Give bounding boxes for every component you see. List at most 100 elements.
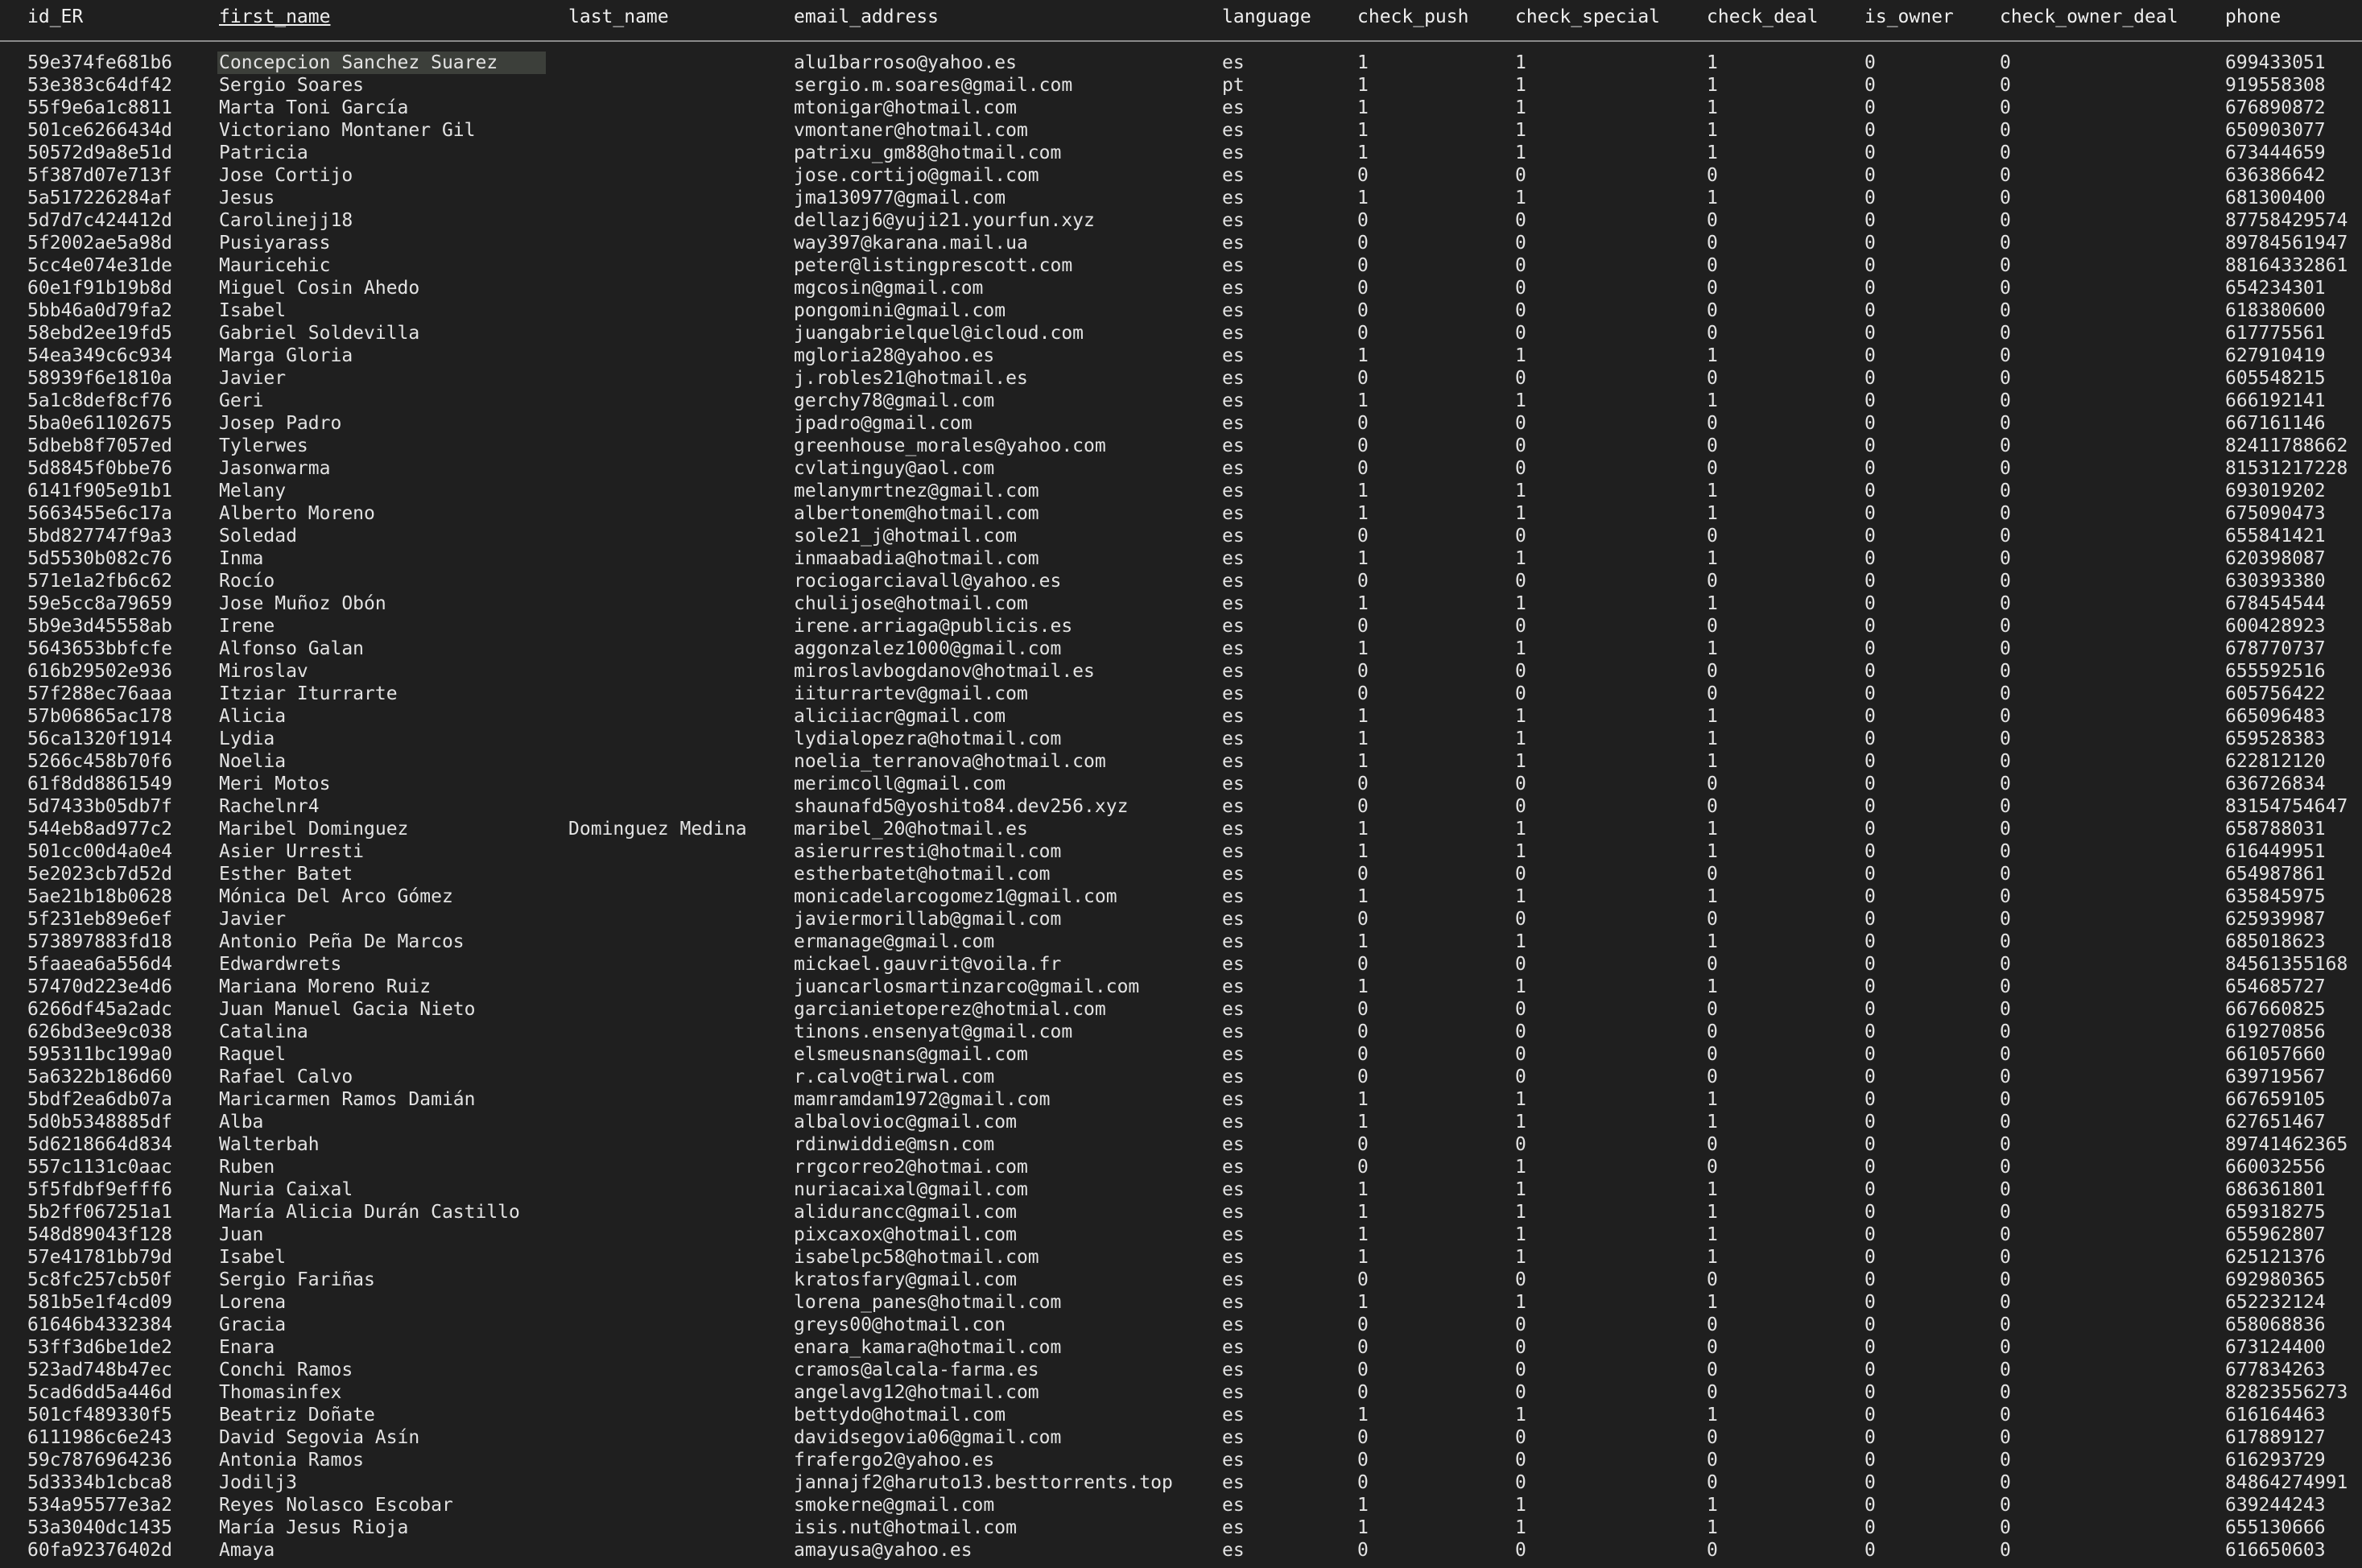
cell-is-owner[interactable]: 0: [1864, 164, 1876, 187]
cell-check-deal[interactable]: 1: [1707, 390, 1718, 412]
table-row[interactable]: 53a3040dc1435 María Jesus Rioja isis.nut@h…: [0, 1516, 2362, 1539]
cell-first-name[interactable]: Jose Muñoz Obón: [219, 592, 386, 615]
cell-id-ER[interactable]: 571e1a2fb6c62: [27, 570, 172, 592]
cell-phone[interactable]: 655592516: [2225, 660, 2326, 683]
cell-id-ER[interactable]: 5a1c8def8cf76: [27, 390, 172, 412]
cell-first-name[interactable]: Rafael Calvo: [219, 1066, 353, 1088]
cell-check-owner-deal[interactable]: 0: [2000, 187, 2011, 209]
cell-check-special[interactable]: 0: [1515, 1471, 1526, 1494]
cell-check-special[interactable]: 0: [1515, 863, 1526, 885]
cell-check-owner-deal[interactable]: 0: [2000, 683, 2011, 705]
cell-id-ER[interactable]: 5d6218664d834: [27, 1133, 172, 1156]
cell-phone[interactable]: 655841421: [2225, 525, 2326, 547]
cell-email-address[interactable]: j.robles21@hotmail.es: [794, 367, 1028, 390]
cell-is-owner[interactable]: 0: [1864, 1269, 1876, 1291]
cell-is-owner[interactable]: 0: [1864, 1471, 1876, 1494]
cell-check-special[interactable]: 0: [1515, 1359, 1526, 1381]
cell-phone[interactable]: 699433051: [2225, 52, 2326, 74]
cell-check-special[interactable]: 0: [1515, 277, 1526, 299]
cell-language[interactable]: es: [1222, 1539, 1245, 1562]
cell-phone[interactable]: 661057660: [2225, 1043, 2326, 1066]
cell-first-name[interactable]: Amaya: [219, 1539, 275, 1562]
cell-phone[interactable]: 605548215: [2225, 367, 2326, 390]
cell-phone[interactable]: 658788031: [2225, 818, 2326, 840]
cell-check-deal[interactable]: 0: [1707, 615, 1718, 638]
cell-check-owner-deal[interactable]: 0: [2000, 1088, 2011, 1111]
cell-id-ER[interactable]: 557c1131c0aac: [27, 1156, 172, 1178]
cell-first-name[interactable]: Victoriano Montaner Gil: [219, 119, 476, 142]
table-row[interactable]: 5c8fc257cb50f Sergio Fariñas kratosfary@gm…: [0, 1269, 2362, 1291]
cell-is-owner[interactable]: 0: [1864, 1178, 1876, 1201]
cell-check-push[interactable]: 0: [1357, 953, 1369, 976]
cell-id-ER[interactable]: 5cc4e074e31de: [27, 254, 172, 277]
cell-email-address[interactable]: greenhouse_morales@yahoo.com: [794, 435, 1106, 457]
cell-check-push[interactable]: 0: [1357, 457, 1369, 480]
cell-is-owner[interactable]: 0: [1864, 1111, 1876, 1133]
cell-is-owner[interactable]: 0: [1864, 457, 1876, 480]
cell-check-owner-deal[interactable]: 0: [2000, 367, 2011, 390]
cell-check-deal[interactable]: 1: [1707, 187, 1718, 209]
cell-phone[interactable]: 627910419: [2225, 345, 2326, 367]
cell-check-special[interactable]: 0: [1515, 953, 1526, 976]
cell-language[interactable]: es: [1222, 908, 1245, 930]
cell-check-special[interactable]: 1: [1515, 390, 1526, 412]
cell-check-push[interactable]: 0: [1357, 1449, 1369, 1471]
cell-email-address[interactable]: aliciiacr@gmail.com: [794, 705, 1006, 728]
cell-language[interactable]: es: [1222, 164, 1245, 187]
cell-id-ER[interactable]: 5ae21b18b0628: [27, 885, 172, 908]
cell-check-push[interactable]: 1: [1357, 592, 1369, 615]
cell-check-deal[interactable]: 0: [1707, 1426, 1718, 1449]
cell-id-ER[interactable]: 61f8dd8861549: [27, 773, 172, 795]
cell-check-push[interactable]: 0: [1357, 1269, 1369, 1291]
cell-phone[interactable]: 620398087: [2225, 547, 2326, 570]
cell-check-owner-deal[interactable]: 0: [2000, 863, 2011, 885]
cell-check-deal[interactable]: 1: [1707, 885, 1718, 908]
table-row[interactable]: 626bd3ee9c038 Catalina tinons.ensenyat@gma…: [0, 1021, 2362, 1043]
cell-check-push[interactable]: 0: [1357, 1359, 1369, 1381]
cell-is-owner[interactable]: 0: [1864, 480, 1876, 502]
table-row[interactable]: 5cad6dd5a446d Thomasinfex angelavg12@hotma…: [0, 1381, 2362, 1404]
cell-phone[interactable]: 81531217228: [2225, 457, 2348, 480]
cell-check-deal[interactable]: 1: [1707, 705, 1718, 728]
cell-email-address[interactable]: juancarlosmartinzarco@gmail.com: [794, 976, 1139, 998]
cell-check-deal[interactable]: 1: [1707, 119, 1718, 142]
cell-check-special[interactable]: 1: [1515, 1088, 1526, 1111]
cell-phone[interactable]: 625939987: [2225, 908, 2326, 930]
cell-check-special[interactable]: 1: [1515, 119, 1526, 142]
cell-is-owner[interactable]: 0: [1864, 1539, 1876, 1562]
cell-is-owner[interactable]: 0: [1864, 1494, 1876, 1516]
cell-id-ER[interactable]: 581b5e1f4cd09: [27, 1291, 172, 1314]
table-row[interactable]: 5d8845f0bbe76 Jasonwarma cvlatinguy@aol.co…: [0, 457, 2362, 480]
cell-check-owner-deal[interactable]: 0: [2000, 976, 2011, 998]
table-row[interactable]: 61f8dd8861549 Meri Motos merimcoll@gmail.c…: [0, 773, 2362, 795]
cell-check-deal[interactable]: 1: [1707, 97, 1718, 119]
cell-language[interactable]: es: [1222, 1156, 1245, 1178]
cell-id-ER[interactable]: 57e41781bb79d: [27, 1246, 172, 1269]
cell-first-name[interactable]: Melany: [219, 480, 286, 502]
cell-email-address[interactable]: inmaabadia@hotmail.com: [794, 547, 1039, 570]
table-row[interactable]: 54ea349c6c934 Marga Gloria mgloria28@yahoo…: [0, 345, 2362, 367]
cell-first-name[interactable]: Marga Gloria: [219, 345, 353, 367]
cell-is-owner[interactable]: 0: [1864, 1201, 1876, 1223]
cell-check-deal[interactable]: 1: [1707, 840, 1718, 863]
cell-first-name[interactable]: Ruben: [219, 1156, 275, 1178]
cell-check-push[interactable]: 0: [1357, 1156, 1369, 1178]
cell-email-address[interactable]: isis.nut@hotmail.com: [794, 1516, 1017, 1539]
cell-is-owner[interactable]: 0: [1864, 299, 1876, 322]
cell-is-owner[interactable]: 0: [1864, 119, 1876, 142]
cell-email-address[interactable]: way397@karana.mail.ua: [794, 232, 1028, 254]
cell-first-name[interactable]: Rocío: [219, 570, 275, 592]
cell-check-owner-deal[interactable]: 0: [2000, 142, 2011, 164]
column-header-language[interactable]: language: [1222, 6, 1311, 27]
cell-is-owner[interactable]: 0: [1864, 750, 1876, 773]
cell-phone[interactable]: 667659105: [2225, 1088, 2326, 1111]
cell-check-deal[interactable]: 1: [1707, 750, 1718, 773]
cell-phone[interactable]: 652232124: [2225, 1291, 2326, 1314]
cell-check-deal[interactable]: 0: [1707, 1471, 1718, 1494]
cell-language[interactable]: es: [1222, 683, 1245, 705]
table-row[interactable]: 5d6218664d834 Walterbah rdinwiddie@msn.com…: [0, 1133, 2362, 1156]
cell-check-push[interactable]: 0: [1357, 683, 1369, 705]
cell-id-ER[interactable]: 501ce6266434d: [27, 119, 172, 142]
cell-first-name[interactable]: Raquel: [219, 1043, 286, 1066]
cell-language[interactable]: es: [1222, 345, 1245, 367]
